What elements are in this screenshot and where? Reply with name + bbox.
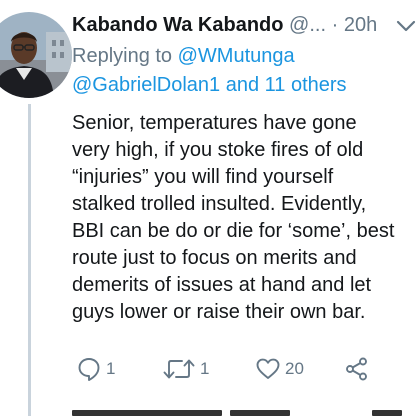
separator-dot: ·: [331, 14, 339, 36]
avatar[interactable]: [0, 12, 72, 98]
chevron-down-icon[interactable]: [395, 16, 416, 36]
mention-others-link[interactable]: 11 others: [265, 74, 347, 96]
tweet-text-line: demerits of issues at hand and let: [72, 274, 372, 296]
tweet-reply-view: Kabando Wa Kabando @... · 20h Replying t…: [0, 0, 416, 416]
tweet-body: Senior, temperatures have gone very high…: [72, 110, 412, 326]
replying-to-label: Replying to: [72, 45, 173, 67]
tweet-text-line: route just to focus on merits and: [72, 247, 357, 269]
retweet-count: 1: [200, 359, 210, 378]
comment-icon: [78, 358, 100, 381]
mention-joiner[interactable]: and: [226, 74, 259, 96]
reply-count: 1: [106, 359, 116, 378]
mention-link[interactable]: @GabrielDolan1: [72, 74, 220, 96]
avatar-photo: [0, 12, 72, 98]
tweet-header: Kabando Wa Kabando @... · 20h: [72, 10, 377, 40]
reply-button[interactable]: 1: [76, 352, 115, 386]
heart-icon: [256, 358, 280, 379]
like-count: 20: [285, 359, 304, 378]
tweet-text-line: stalked trolled insulted. Evidently,: [72, 193, 367, 215]
retweet-icon: [163, 359, 195, 379]
tweet-text-line: Senior, temperatures have gone: [72, 112, 357, 134]
user-handle[interactable]: @...: [289, 14, 326, 36]
tweet-text-line: “injuries” you will find yourself: [72, 166, 334, 188]
share-button[interactable]: [344, 352, 370, 386]
tweet-timestamp[interactable]: 20h: [344, 14, 377, 36]
tweet-text-line: very high, if you stoke fires of old: [72, 139, 364, 161]
thread-connector-line: [28, 104, 31, 416]
display-name[interactable]: Kabando Wa Kabando: [72, 14, 283, 36]
retweet-button[interactable]: 1: [162, 352, 209, 386]
mention-link[interactable]: @WMutunga: [178, 45, 295, 67]
tweet-text-line: guys lower or raise their own bar.: [72, 301, 366, 323]
like-button[interactable]: 20: [255, 352, 304, 386]
tweet-text-line: BBI can be do or die for ‘some’, best: [72, 220, 395, 242]
tweet-action-bar: 1 1 20: [72, 352, 412, 386]
share-icon: [346, 357, 367, 381]
replying-to-line: Replying to @WMutunga @GabrielDolan1 and…: [72, 42, 412, 100]
next-tweet-peek: [72, 410, 412, 416]
